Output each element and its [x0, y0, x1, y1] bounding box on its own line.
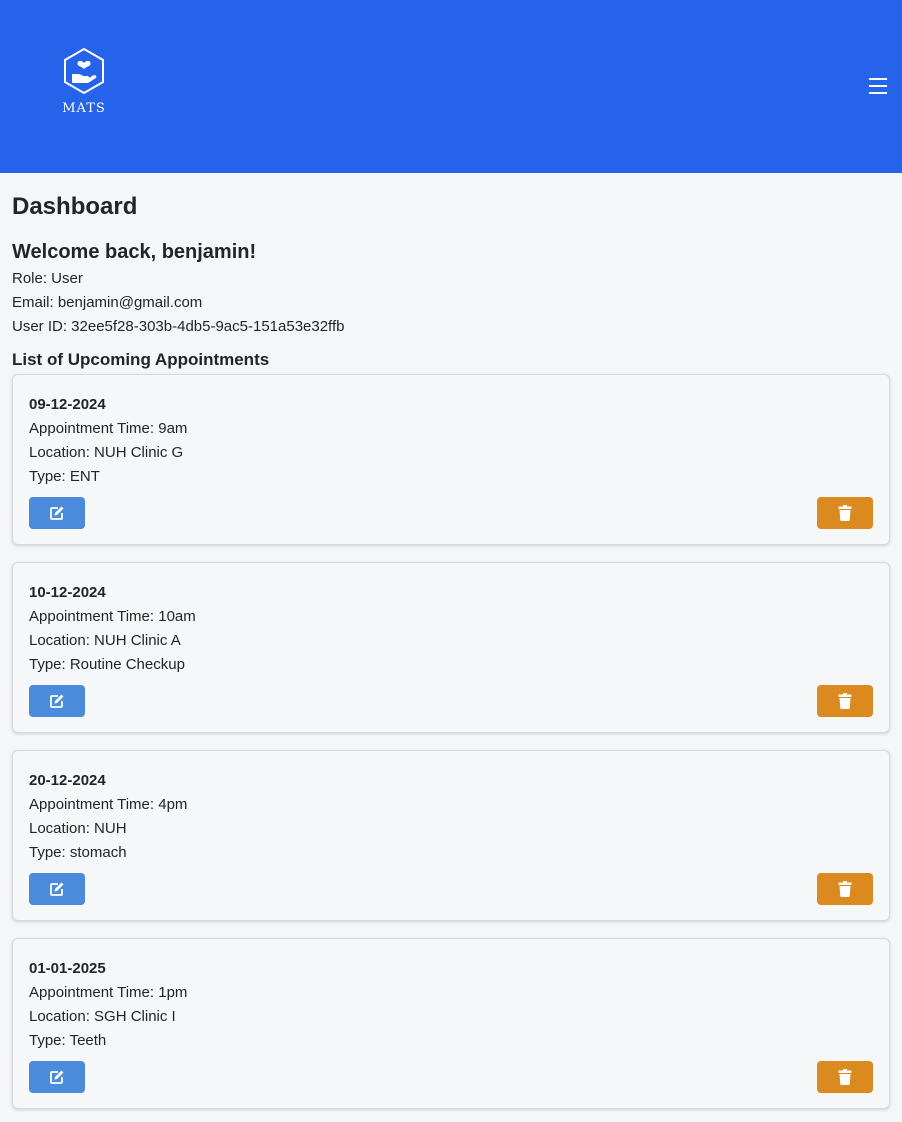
appointment-time: Appointment Time: 9am	[29, 420, 188, 437]
delete-appointment-button[interactable]	[817, 1061, 873, 1093]
delete-appointment-button[interactable]	[817, 685, 873, 717]
appointment-date: 20-12-2024	[29, 772, 106, 789]
user-email: Email: benjamin@gmail.com	[12, 294, 203, 311]
welcome-heading: Welcome back, benjamin!	[12, 241, 257, 263]
appointments-list: 09-12-2024 Appointment Time: 9am Locatio…	[12, 374, 890, 1109]
appointment-location: Location: NUH	[29, 820, 127, 837]
delete-appointment-button[interactable]	[817, 873, 873, 905]
appointment-card: 20-12-2024 Appointment Time: 4pm Locatio…	[12, 750, 890, 921]
appointment-time: Appointment Time: 10am	[29, 608, 196, 625]
hexagon-hand-heart-icon	[64, 47, 104, 95]
trash-icon	[838, 505, 852, 521]
logo-text: MATS	[62, 101, 106, 116]
appointment-card: 09-12-2024 Appointment Time: 9am Locatio…	[12, 374, 890, 545]
appointment-type: Type: Routine Checkup	[29, 656, 185, 673]
trash-icon	[838, 693, 852, 709]
edit-icon	[50, 506, 64, 520]
trash-icon	[838, 881, 852, 897]
edit-appointment-button[interactable]	[29, 1061, 85, 1093]
app-logo[interactable]: MATS	[58, 47, 110, 116]
edit-icon	[50, 1070, 64, 1084]
appointment-card: 01-01-2025 Appointment Time: 1pm Locatio…	[12, 938, 890, 1109]
appointment-type: Type: stomach	[29, 844, 127, 861]
appointment-type: Type: ENT	[29, 468, 100, 485]
edit-appointment-button[interactable]	[29, 685, 85, 717]
appointment-location: Location: SGH Clinic I	[29, 1008, 176, 1025]
edit-icon	[50, 882, 64, 896]
menu-button[interactable]	[868, 76, 888, 96]
dashboard-main: Dashboard Welcome back, benjamin! Role: …	[0, 173, 902, 1109]
delete-appointment-button[interactable]	[817, 497, 873, 529]
appointment-time: Appointment Time: 1pm	[29, 984, 188, 1001]
hamburger-menu-icon	[869, 78, 887, 94]
appointment-date: 10-12-2024	[29, 584, 106, 601]
appointment-location: Location: NUH Clinic A	[29, 632, 181, 649]
appointment-card: 10-12-2024 Appointment Time: 10am Locati…	[12, 562, 890, 733]
top-navbar: MATS	[0, 0, 902, 173]
appointments-heading: List of Upcoming Appointments	[12, 350, 270, 369]
page-title: Dashboard	[12, 193, 138, 220]
appointment-time: Appointment Time: 4pm	[29, 796, 188, 813]
edit-appointment-button[interactable]	[29, 497, 85, 529]
appointment-location: Location: NUH Clinic G	[29, 444, 184, 461]
appointment-date: 01-01-2025	[29, 960, 106, 977]
user-id: User ID: 32ee5f28-303b-4db5-9ac5-151a53e…	[12, 318, 345, 335]
trash-icon	[838, 1069, 852, 1085]
edit-icon	[50, 694, 64, 708]
appointment-date: 09-12-2024	[29, 396, 106, 413]
appointment-type: Type: Teeth	[29, 1032, 107, 1049]
edit-appointment-button[interactable]	[29, 873, 85, 905]
user-role: Role: User	[12, 270, 83, 287]
